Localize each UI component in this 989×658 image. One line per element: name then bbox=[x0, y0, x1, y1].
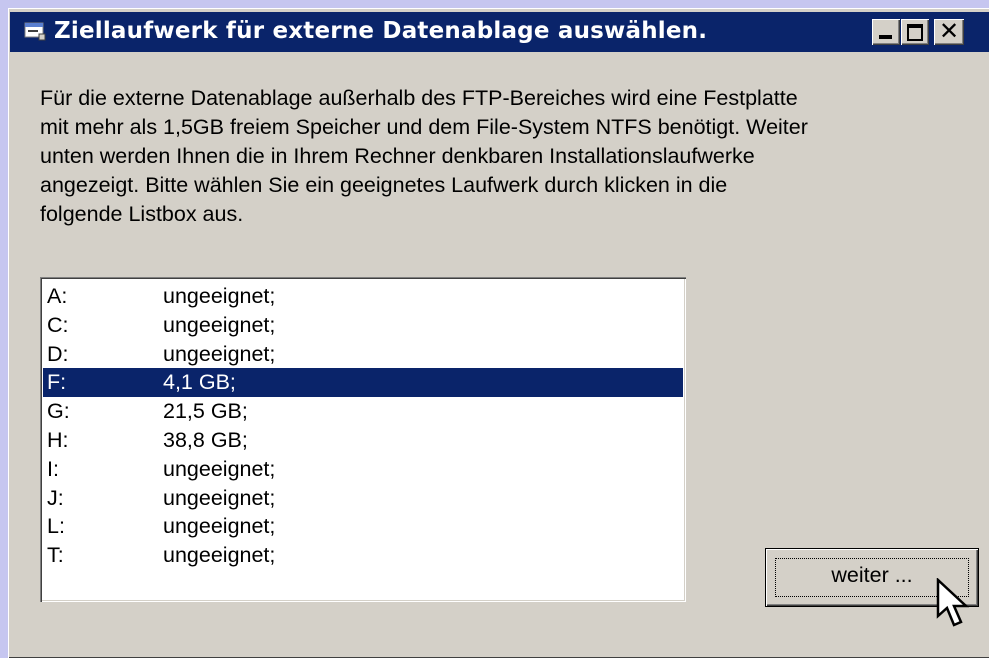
drive-list-item[interactable]: D: ungeeignet; bbox=[43, 340, 683, 369]
drive-letter: C: bbox=[47, 312, 69, 337]
drive-letter: G: bbox=[47, 399, 70, 424]
app-window-icon bbox=[24, 22, 46, 41]
instructions-line: angezeigt. Bitte wählen Sie ein geeignet… bbox=[40, 173, 728, 197]
drive-list-item[interactable]: A: ungeeignet; bbox=[43, 282, 683, 311]
drive-list-item[interactable]: G: 21,5 GB; bbox=[43, 397, 683, 426]
drive-list-item[interactable]: H: 38,8 GB; bbox=[43, 426, 683, 455]
instructions-text: Für die externe Datenablage außerhalb de… bbox=[40, 84, 980, 229]
drive-list-item[interactable]: L: ungeeignet; bbox=[43, 512, 683, 541]
instructions-line: Für die externe Datenablage außerhalb de… bbox=[40, 86, 798, 110]
instructions-line: folgende Listbox aus. bbox=[40, 202, 244, 226]
drive-letter: F: bbox=[47, 370, 67, 395]
title-bar[interactable]: Ziellaufwerk für externe Datenablage aus… bbox=[10, 12, 989, 52]
arrow-pointer-icon bbox=[936, 578, 970, 627]
drive-info: ungeeignet; bbox=[163, 456, 276, 481]
instructions-line: unten werden Ihnen die in Ihrem Rechner … bbox=[40, 144, 755, 168]
drive-info: ungeeignet; bbox=[163, 284, 276, 308]
drive-letter: D: bbox=[47, 341, 69, 366]
drive-info: ungeeignet; bbox=[163, 543, 276, 568]
instructions-line: mit mehr als 1,5GB freiem Speicher und d… bbox=[40, 115, 808, 139]
close-icon: ✕ bbox=[938, 17, 960, 45]
drive-info: 21,5 GB; bbox=[163, 399, 248, 424]
drive-listbox[interactable]: A: ungeeignet; C: ungeeignet; D: ungeeig… bbox=[40, 277, 686, 602]
drive-info: 4,1 GB; bbox=[163, 370, 236, 395]
drive-letter: T: bbox=[47, 543, 64, 568]
drive-info: ungeeignet; bbox=[163, 485, 276, 510]
drive-letter: J: bbox=[47, 485, 64, 510]
minimize-icon bbox=[879, 35, 892, 39]
drive-list-item[interactable]: I: ungeeignet; bbox=[43, 455, 683, 484]
drive-info: ungeeignet; bbox=[163, 341, 276, 366]
drive-letter: H: bbox=[47, 427, 69, 452]
drive-list-item[interactable]: T: ungeeignet; bbox=[43, 541, 683, 570]
minimize-button[interactable] bbox=[872, 19, 900, 45]
drive-letter: I: bbox=[47, 456, 59, 481]
drive-letter: L: bbox=[47, 514, 65, 539]
maximize-icon bbox=[907, 24, 923, 41]
window-title: Ziellaufwerk für externe Datenablage aus… bbox=[54, 18, 708, 44]
drive-list-item[interactable]: C: ungeeignet; bbox=[43, 311, 683, 340]
drive-info: ungeeignet; bbox=[163, 312, 276, 337]
drive-info: 38,8 GB; bbox=[163, 427, 248, 452]
close-button[interactable]: ✕ bbox=[934, 17, 964, 45]
drive-info: ungeeignet; bbox=[163, 514, 276, 539]
drive-letter: A: bbox=[47, 284, 68, 308]
drive-list-item[interactable]: J: ungeeignet; bbox=[43, 484, 683, 513]
maximize-button[interactable] bbox=[901, 19, 929, 45]
drive-list-item-selected[interactable]: F: 4,1 GB; bbox=[43, 368, 683, 398]
